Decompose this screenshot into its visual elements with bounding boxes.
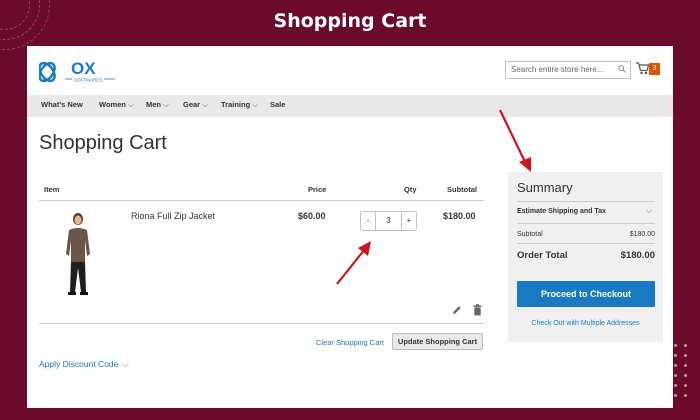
- summary-divider: [517, 201, 655, 202]
- summary-title: Summary: [517, 180, 573, 195]
- item-subtotal: $180.00: [443, 211, 476, 221]
- column-header-price: Price: [308, 185, 327, 194]
- nav-item-women[interactable]: Women ⌵: [99, 100, 134, 110]
- cart-count-badge[interactable]: 3: [649, 63, 660, 75]
- order-summary-panel: Summary Estimate Shipping and Tax ⌵ Subt…: [508, 172, 663, 342]
- column-header-subtotal: Subtotal: [447, 185, 477, 194]
- chevron-down-icon: ⌵: [128, 100, 134, 109]
- nav-item-sale[interactable]: Sale: [270, 100, 285, 109]
- browser-window: OX SOFTWARES Search entire store here...…: [27, 46, 673, 408]
- proceed-to-checkout-button[interactable]: Proceed to Checkout: [517, 281, 655, 307]
- table-divider: [39, 323, 484, 324]
- table-divider: [39, 200, 484, 201]
- chevron-down-icon: ⌵: [163, 100, 169, 109]
- decorative-dots: [672, 344, 694, 414]
- chevron-down-icon: ⌵: [202, 100, 208, 109]
- search-input[interactable]: Search entire store here...: [505, 61, 631, 79]
- nav-label: What's New: [41, 100, 83, 109]
- apply-discount-toggle[interactable]: Apply Discount Code ⌵: [39, 359, 129, 370]
- nav-item-men[interactable]: Men ⌵: [146, 100, 169, 110]
- subtotal-label: Subtotal: [517, 231, 543, 238]
- trash-icon[interactable]: [473, 304, 482, 316]
- order-total-value: $180.00: [620, 250, 655, 261]
- apply-discount-label: Apply Discount Code: [39, 359, 119, 369]
- product-image[interactable]: [57, 210, 99, 296]
- qty-decrease-button[interactable]: -: [361, 212, 376, 230]
- product-name-link[interactable]: Riona Full Zip Jacket: [131, 211, 215, 221]
- search-icon[interactable]: [618, 65, 626, 75]
- banner-title: Shopping Cart: [273, 10, 427, 32]
- order-total-label: Order Total: [517, 250, 568, 261]
- page-title: Shopping Cart: [39, 132, 167, 154]
- cart-icon[interactable]: [636, 61, 649, 75]
- nav-label: Gear: [183, 100, 201, 109]
- search-placeholder: Search entire store here...: [511, 65, 604, 74]
- main-nav: What's New Women ⌵ Men ⌵ Gear ⌵ Training…: [27, 95, 673, 117]
- summary-divider: [517, 223, 655, 224]
- nav-label: Women: [99, 100, 126, 109]
- update-cart-button[interactable]: Update Shopping Cart: [392, 333, 483, 350]
- summary-divider: [517, 243, 655, 244]
- chevron-down-icon[interactable]: ⌵: [646, 206, 652, 216]
- nav-item-gear[interactable]: Gear ⌵: [183, 100, 208, 110]
- clear-cart-link[interactable]: Clear Shopping Cart: [316, 338, 384, 347]
- column-header-qty: Qty: [404, 185, 417, 194]
- column-header-item: Item: [44, 185, 60, 194]
- subtotal-value: $180.00: [629, 231, 655, 238]
- nav-item-whats-new[interactable]: What's New: [41, 100, 83, 109]
- pencil-icon[interactable]: [452, 305, 462, 315]
- chevron-down-icon: ⌵: [122, 359, 129, 369]
- store-header: OX SOFTWARES Search entire store here...…: [27, 46, 673, 96]
- ox-softwares-logo[interactable]: OX SOFTWARES: [39, 58, 119, 86]
- logo-subtext: SOFTWARES: [74, 78, 102, 83]
- nav-label: Training: [221, 100, 251, 109]
- nav-item-training[interactable]: Training ⌵: [221, 100, 258, 110]
- item-price: $60.00: [298, 211, 326, 221]
- quantity-stepper: - 3 +: [360, 211, 417, 231]
- nav-label: Men: [146, 100, 161, 109]
- nav-label: Sale: [270, 100, 286, 109]
- estimate-shipping-toggle[interactable]: Estimate Shipping and Tax: [517, 208, 606, 215]
- qty-increase-button[interactable]: +: [401, 212, 416, 230]
- logo-text: OX: [71, 59, 96, 78]
- qty-input[interactable]: 3: [376, 212, 401, 230]
- chevron-down-icon: ⌵: [252, 100, 258, 109]
- multi-address-checkout-link[interactable]: Check Out with Multiple Addresses: [508, 320, 663, 327]
